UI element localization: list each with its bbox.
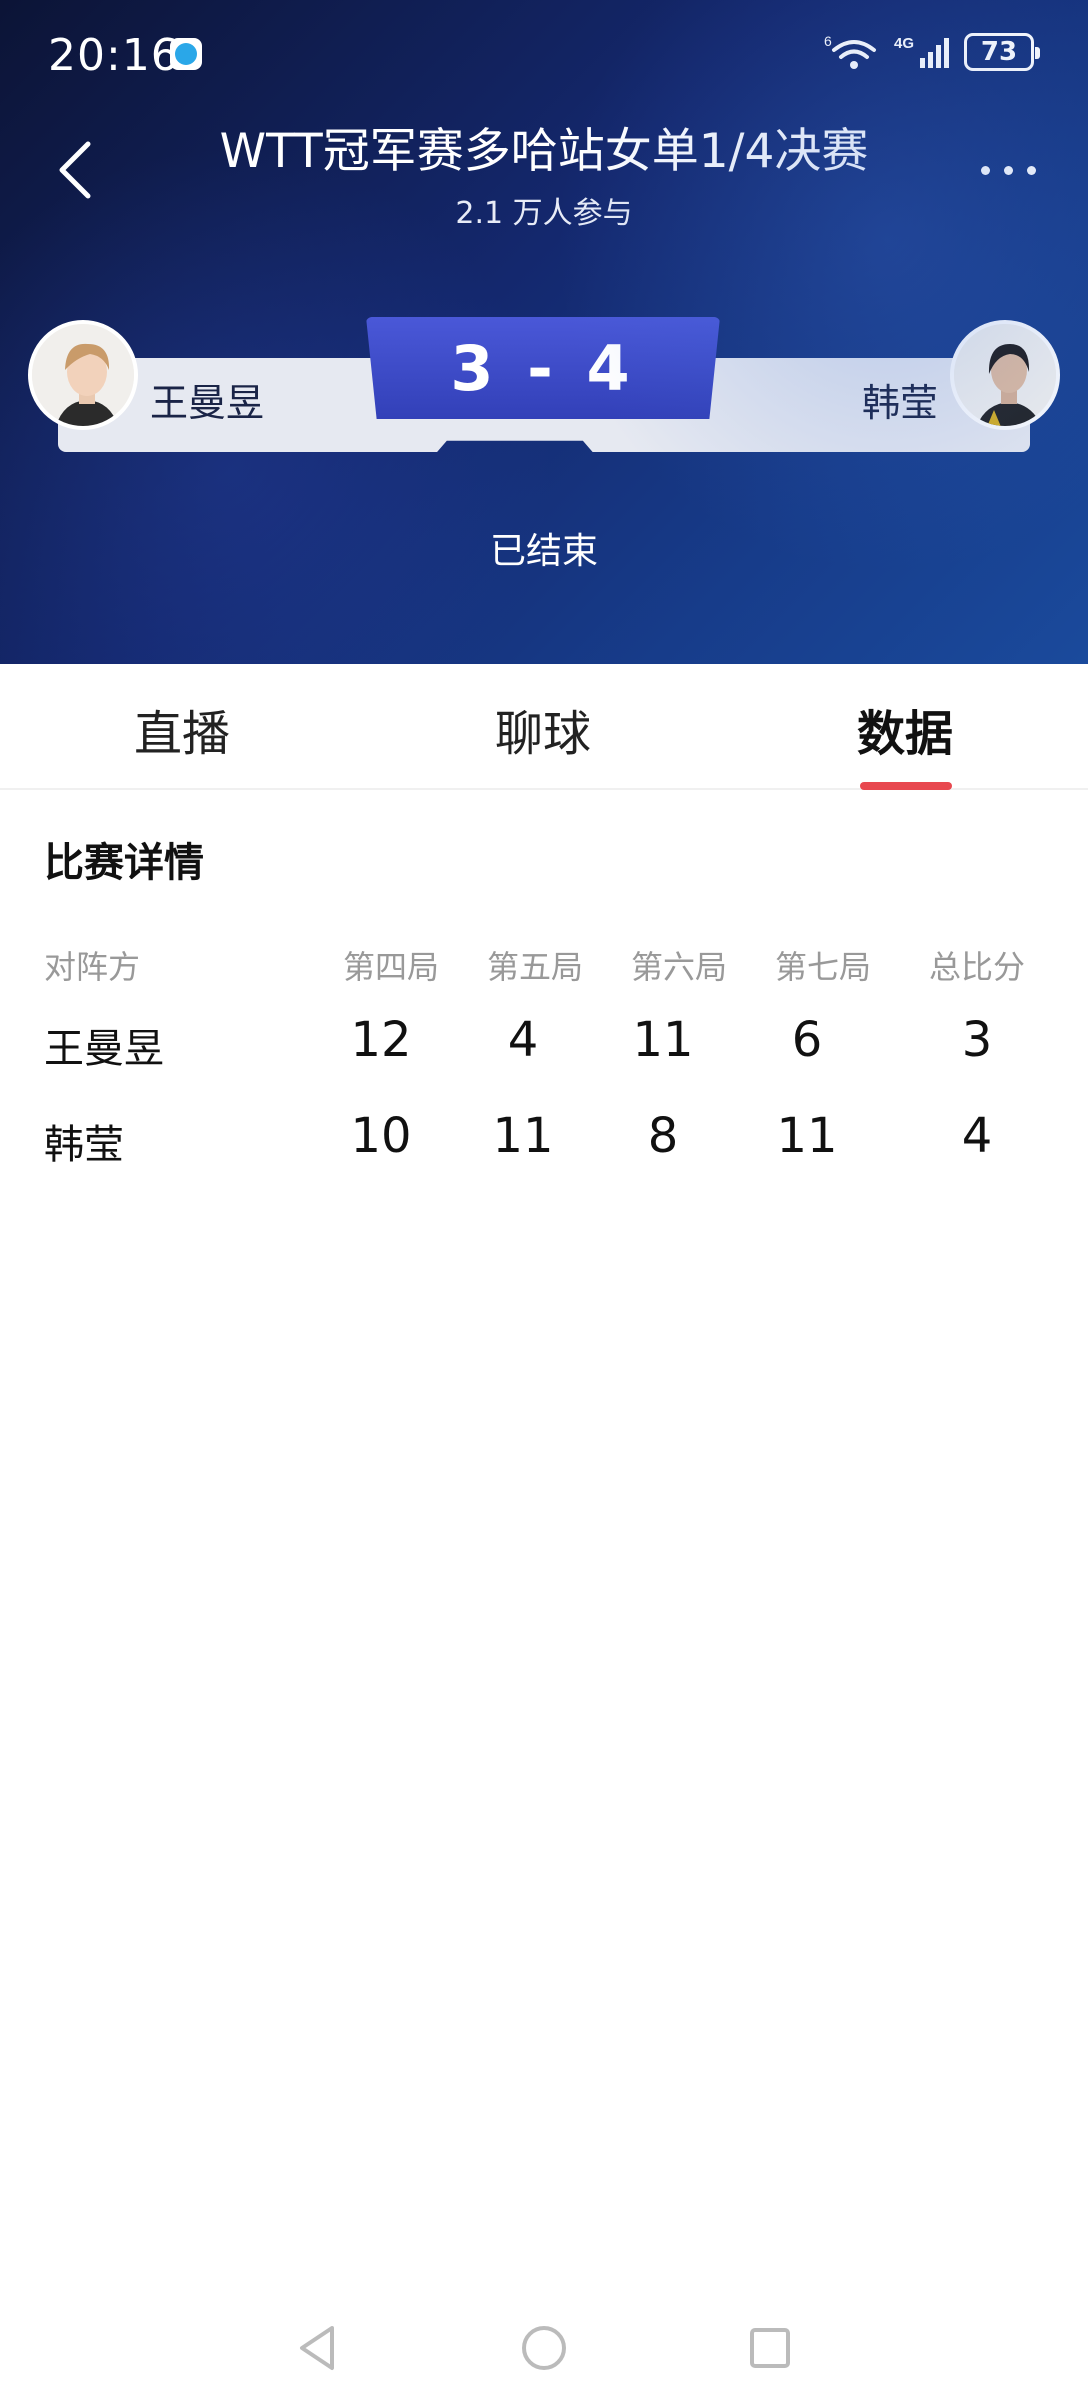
total-score-cell: 4 xyxy=(961,1108,993,1164)
triangle-back-icon[interactable] xyxy=(288,2318,348,2378)
game-score-cell: 8 xyxy=(647,1108,679,1164)
app-notification-icon xyxy=(170,38,202,70)
system-navigation-bar xyxy=(0,2300,1088,2400)
player-left-name[interactable]: 王曼昱 xyxy=(150,372,264,427)
participants-count: 2.1 万人参与 xyxy=(455,196,633,231)
battery-level: 73 xyxy=(980,37,1018,67)
match-score: 3 - 4 xyxy=(366,317,720,419)
match-status: 已结束 xyxy=(489,531,598,572)
svg-text:4G: 4G xyxy=(894,35,914,52)
tab-chat[interactable]: 聊球 xyxy=(423,694,663,764)
svg-text:6: 6 xyxy=(824,33,832,49)
square-recents-icon[interactable] xyxy=(740,2318,800,2378)
player-left-avatar[interactable] xyxy=(28,320,138,430)
cellular-signal-icon: 4G xyxy=(894,35,949,68)
tab-data[interactable]: 数据 xyxy=(785,694,1025,764)
tab-bar: 直播 聊球 数据 xyxy=(0,664,1088,790)
match-stats-table: 对阵方 第四局 第五局 第六局 第七局 总比分 王曼昱 12 4 11 6 3 … xyxy=(0,940,1088,1168)
game-score-cell: 11 xyxy=(776,1108,838,1164)
chevron-left-icon[interactable] xyxy=(50,138,110,202)
table-row: 王曼昱 12 4 11 6 3 xyxy=(0,942,1088,1072)
player-right-name[interactable]: 韩莹 xyxy=(862,372,938,427)
circle-home-icon[interactable] xyxy=(514,2318,574,2378)
section-title: 比赛详情 xyxy=(44,840,204,886)
score-text: 3 - 4 xyxy=(450,331,636,405)
game-score-cell: 11 xyxy=(492,1108,554,1164)
player-right-avatar[interactable] xyxy=(950,320,1060,430)
wifi-icon: 6 xyxy=(824,33,876,69)
status-bar: 20:16 6 4G 73 xyxy=(0,0,1088,112)
player-name-cell: 韩莹 xyxy=(44,1122,124,1168)
match-header: 20:16 6 4G 73 WTT冠军赛多哈站女单1/4决赛 2.1 万人参与 … xyxy=(0,0,1088,664)
battery-icon: 73 xyxy=(964,33,1040,71)
active-tab-indicator xyxy=(860,782,952,790)
page-title: WTT冠军赛多哈站女单1/4决赛 xyxy=(219,124,869,179)
tab-live[interactable]: 直播 xyxy=(62,694,302,764)
status-icons: 6 4G 73 xyxy=(824,32,1040,72)
avatar-image xyxy=(954,324,1056,426)
status-time: 20:16 xyxy=(48,30,180,81)
more-dots-icon[interactable] xyxy=(968,150,1048,190)
game-score-cell: 10 xyxy=(350,1108,412,1164)
table-row: 韩莹 10 11 8 11 4 xyxy=(0,1038,1088,1168)
